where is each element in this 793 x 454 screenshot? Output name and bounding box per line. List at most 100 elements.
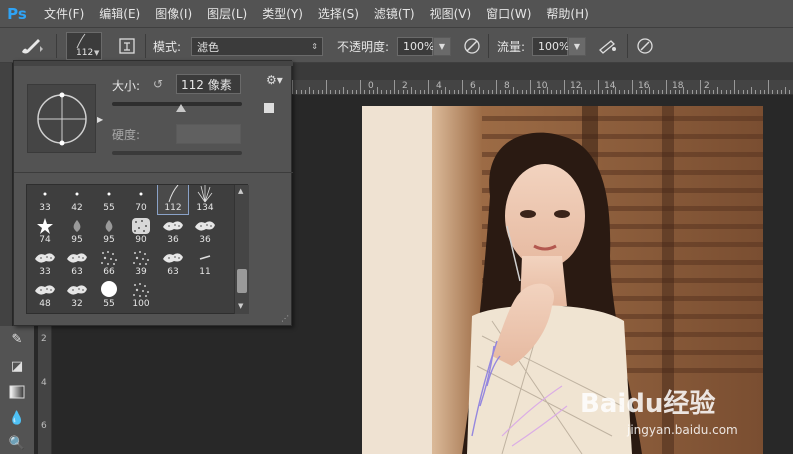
size-slider-thumb[interactable]	[175, 104, 186, 112]
opacity-dropdown-button[interactable]: ▼	[433, 37, 451, 56]
ruler-tick	[483, 90, 485, 94]
gradient-tool-icon[interactable]	[8, 383, 26, 401]
brush-size-label: 33	[39, 267, 51, 277]
brush-preset-item[interactable]: 95	[61, 215, 93, 247]
brush-panel-toggle-icon[interactable]	[117, 36, 137, 56]
new-preset-icon[interactable]	[264, 103, 274, 113]
document-tab-strip	[290, 63, 793, 80]
ruler-tick	[649, 87, 650, 94]
ruler-tick	[670, 90, 672, 94]
brush-preset-item[interactable]: 100	[125, 279, 157, 311]
mode-dropdown[interactable]: 滤色 ⇕	[191, 37, 323, 56]
ruler-tick	[440, 90, 442, 94]
airbrush-icon[interactable]	[597, 36, 619, 59]
menu-item[interactable]: 文件(F)	[38, 5, 90, 22]
brush-preset-item[interactable]: 32	[61, 279, 93, 311]
pressure-size-icon[interactable]	[635, 36, 655, 59]
ruler-tick	[338, 90, 340, 94]
watermark-site: jingyan.baidu.com	[626, 423, 738, 437]
menu-item[interactable]: 图像(I)	[149, 5, 198, 22]
brush-preset-picker[interactable]: 112 ▼	[66, 32, 102, 60]
brush-list-scrollbar[interactable]: ▲ ▼	[234, 185, 249, 314]
flow-input[interactable]: 100%	[532, 37, 569, 56]
ruler-tick	[721, 90, 723, 94]
eraser-tool-icon[interactable]: ◪	[8, 357, 26, 375]
menu-item[interactable]: 滤镜(T)	[368, 5, 421, 22]
brush-size-label: 66	[103, 267, 115, 277]
brush-preset-item[interactable]: 112	[157, 185, 189, 215]
ruler-tick	[496, 80, 497, 94]
chevron-down-icon: ▼	[94, 49, 100, 57]
menu-item[interactable]: 窗口(W)	[480, 5, 537, 22]
brush-size-label: 55	[103, 203, 115, 213]
hardness-input[interactable]	[176, 124, 241, 144]
ruler-tick	[406, 90, 408, 94]
ruler-tick	[776, 90, 778, 94]
scroll-down-icon[interactable]: ▼	[238, 302, 243, 310]
menu-item[interactable]: 帮助(H)	[540, 5, 594, 22]
brush-preset-item[interactable]: 74	[29, 215, 61, 247]
menu-item[interactable]: 类型(Y)	[256, 5, 309, 22]
brush-circle-hard-icon	[99, 279, 119, 299]
size-input[interactable]: 112 像素	[176, 74, 241, 94]
brush-preset-item[interactable]: 66	[93, 247, 125, 279]
pressure-opacity-icon[interactable]	[462, 36, 482, 59]
brush-size-label: 36	[199, 235, 211, 245]
menu-item[interactable]: 图层(L)	[201, 5, 253, 22]
brush-preset-item[interactable]: 55	[93, 185, 125, 215]
brush-preset-item[interactable]: 63	[157, 247, 189, 279]
menu-item[interactable]: 视图(V)	[424, 5, 478, 22]
brush-preset-item[interactable]: 42	[61, 185, 93, 215]
brush-preset-item[interactable]: 36	[157, 215, 189, 247]
ruler-tick	[644, 90, 646, 94]
menu-item[interactable]: 编辑(E)	[93, 5, 146, 22]
brush-preset-item[interactable]: 134	[189, 185, 221, 215]
reset-size-icon[interactable]: ↺	[153, 77, 163, 91]
ruler-tick	[627, 90, 629, 94]
brush-preset-item[interactable]: 90	[125, 215, 157, 247]
dodge-tool-icon[interactable]: 🔍	[8, 434, 26, 452]
brush-stroke-icon	[76, 33, 86, 49]
brush-splatter-icon	[33, 280, 57, 299]
ruler-tick	[326, 80, 327, 94]
document-photo[interactable]: Baidu经验 jingyan.baidu.com	[362, 106, 763, 454]
panel-divider	[14, 172, 293, 173]
history-brush-tool-icon[interactable]: ✎	[8, 330, 26, 348]
scrollbar-thumb[interactable]	[237, 269, 247, 293]
ruler-tick	[330, 90, 332, 94]
menu-item[interactable]: 选择(S)	[312, 5, 365, 22]
ruler-tick	[343, 87, 344, 94]
brush-preset-item[interactable]: 33	[29, 185, 61, 215]
ruler-tick	[576, 90, 578, 94]
ruler-tick	[372, 90, 374, 94]
brush-size-label: 42	[71, 203, 83, 213]
hardness-slider[interactable]	[112, 151, 242, 155]
ruler-tick	[377, 87, 378, 94]
gear-icon[interactable]: ⚙▾	[266, 73, 283, 87]
flow-dropdown-button[interactable]: ▼	[568, 37, 586, 56]
ruler-tick	[398, 90, 400, 94]
opacity-value: 100%	[403, 40, 435, 53]
resize-grip-icon[interactable]: ⋰	[281, 314, 289, 323]
scroll-up-icon[interactable]: ▲	[238, 187, 243, 195]
brush-preset-item[interactable]: 48	[29, 279, 61, 311]
ruler-tick	[530, 80, 531, 94]
brush-preset-item[interactable]: 55	[93, 279, 125, 311]
brush-scatter-icon	[131, 248, 151, 267]
brush-preset-item[interactable]: 36	[189, 215, 221, 247]
ruler-tick	[678, 90, 680, 94]
brush-preset-item[interactable]: 11	[189, 247, 221, 279]
brush-preset-item[interactable]: 33	[29, 247, 61, 279]
brush-preset-item[interactable]: 70	[125, 185, 157, 215]
ruler-tick	[517, 90, 519, 94]
brush-preset-item[interactable]: 39	[125, 247, 157, 279]
brush-tool-icon[interactable]	[18, 36, 44, 59]
brush-preset-item[interactable]: 95	[93, 215, 125, 247]
brush-preset-item[interactable]: 63	[61, 247, 93, 279]
ruler-tick	[521, 90, 523, 94]
updown-icon: ⇕	[311, 42, 318, 51]
ruler-tick	[547, 87, 548, 94]
ruler-tick	[470, 90, 472, 94]
opacity-input[interactable]: 100%	[397, 37, 435, 56]
blur-tool-icon[interactable]: 💧	[8, 409, 26, 427]
